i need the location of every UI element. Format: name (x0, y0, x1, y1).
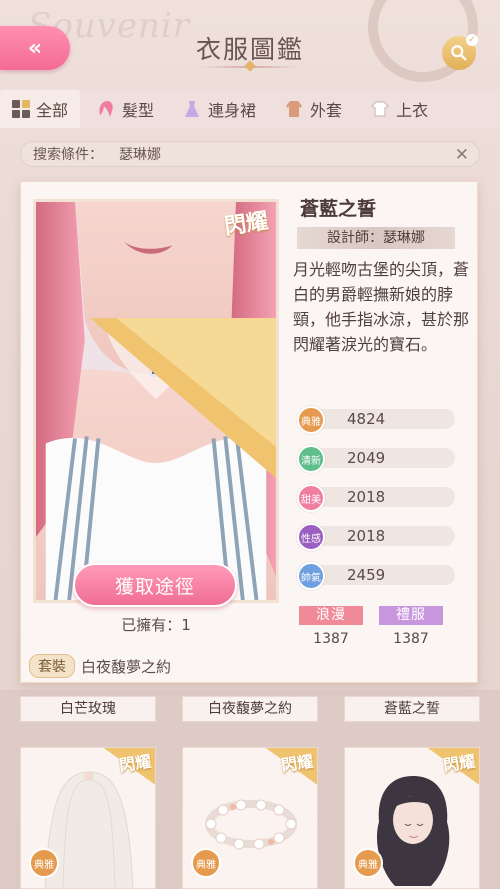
designer-label: 設計師：瑟琳娜 (297, 227, 455, 249)
tag-value: 1387 (313, 631, 349, 647)
shirt-icon (371, 101, 389, 117)
elegant-badge: 典雅 (297, 406, 325, 434)
tab-label: 全部 (36, 101, 69, 120)
tab-all[interactable]: 全部 (0, 90, 81, 128)
grid-item-card[interactable]: 閃耀 典雅 (20, 747, 156, 889)
stat-value: 2018 (347, 488, 386, 506)
dress-icon (185, 101, 200, 117)
tag-list: 浪漫 1387 禮服 1387 (299, 606, 459, 647)
search-icon (451, 45, 467, 61)
set-info: 套裝 白夜馥夢之約 (29, 654, 171, 678)
owned-count: 已擁有：1 (121, 616, 191, 634)
tab-label: 外套 (310, 101, 343, 120)
set-name[interactable]: 白夜馥夢之約 (81, 656, 171, 677)
elegant-badge: 典雅 (191, 848, 221, 878)
stat-row-sweet: 甜美 2018 (297, 484, 457, 512)
grid-icon (12, 100, 30, 118)
tag-label: 禮服 (379, 606, 443, 625)
hair-icon (99, 101, 113, 117)
check-icon: ✓ (466, 34, 478, 46)
tag-romantic: 浪漫 1387 (299, 606, 363, 647)
tag-value: 1387 (393, 631, 429, 647)
tab-top[interactable]: 上衣 (358, 90, 440, 128)
stat-row-elegant: 典雅 4824 (297, 406, 457, 434)
filter-label: 搜索條件： (33, 147, 103, 163)
grid-item-card[interactable]: 閃耀 典雅 (344, 747, 480, 889)
rarity-label: 閃耀 (280, 751, 315, 776)
sweet-badge: 甜美 (297, 484, 325, 512)
item-name: 蒼藍之誓 (300, 198, 377, 220)
clear-filter-button[interactable]: ✕ (455, 145, 469, 165)
tab-label: 髮型 (122, 101, 155, 120)
item-detail-card: 閃耀 獲取途徑 已擁有：1 套裝 白夜馥夢之約 蒼藍之誓 設計師：瑟琳娜 月光輕… (20, 181, 478, 683)
stat-value: 2049 (347, 449, 386, 467)
cool-badge: 帥氣 (297, 562, 325, 590)
rarity-label: 閃耀 (442, 751, 477, 776)
stat-row-fresh: 清新 2049 (297, 445, 457, 473)
tab-hair[interactable]: 髮型 (84, 90, 166, 128)
stat-row-cool: 帥氣 2459 (297, 562, 457, 590)
filter-value: 瑟琳娜 (119, 147, 161, 163)
category-tabs: 全部 髮型 連身裙 外套 上衣 (0, 90, 500, 128)
grid-item-name[interactable]: 白夜馥夢之約 (182, 696, 318, 722)
item-preview-image: 閃耀 (33, 199, 279, 603)
grid-item-card[interactable]: 閃耀 典雅 (182, 747, 318, 889)
item-description: 月光輕吻古堡的尖頂，蒼白的男爵輕撫新娘的脖頸，他手指冰涼，甚於那閃耀著淚光的寶石… (293, 260, 470, 354)
rarity-label: 閃耀 (118, 751, 153, 776)
tag-gown: 禮服 1387 (379, 606, 443, 647)
item-name-row: 白芒玫瑰 白夜馥夢之約 蒼藍之誓 (20, 696, 480, 722)
tab-dress[interactable]: 連身裙 (170, 90, 268, 128)
stat-value: 2459 (347, 566, 386, 584)
tag-label: 浪漫 (299, 606, 363, 625)
stat-value: 2018 (347, 527, 386, 545)
fresh-badge: 清新 (297, 445, 325, 473)
grid-item-name[interactable]: 蒼藍之誓 (344, 696, 480, 722)
elegant-badge: 典雅 (353, 848, 383, 878)
elegant-badge: 典雅 (29, 848, 59, 878)
search-filter-bar: 搜索條件： 瑟琳娜 ✕ (20, 141, 480, 167)
tab-coat[interactable]: 外套 (272, 90, 354, 128)
attribute-stats: 典雅 4824 清新 2049 甜美 2018 性感 2018 帥氣 2459 (297, 406, 457, 601)
search-button[interactable]: ✓ (442, 34, 478, 70)
stat-value: 4824 (347, 410, 386, 428)
tab-label: 上衣 (396, 101, 429, 120)
item-grid: 閃耀 典雅 閃耀 典雅 閃耀 典雅 (20, 747, 480, 889)
rarity-label: 閃耀 (222, 208, 270, 240)
sexy-badge: 性感 (297, 523, 325, 551)
set-badge: 套裝 (29, 654, 75, 678)
coat-icon (286, 101, 303, 117)
stat-row-sexy: 性感 2018 (297, 523, 457, 551)
grid-item-name[interactable]: 白芒玫瑰 (20, 696, 156, 722)
tab-label: 連身裙 (208, 101, 257, 120)
obtain-route-button[interactable]: 獲取途徑 (73, 563, 237, 607)
